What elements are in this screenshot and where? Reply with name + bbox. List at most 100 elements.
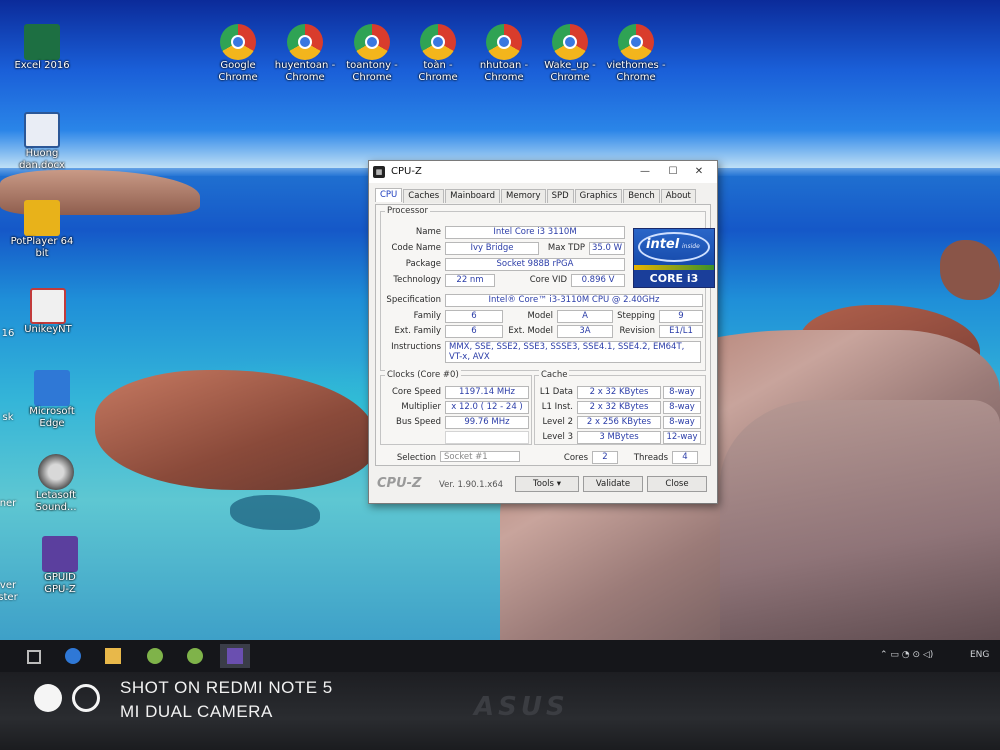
max-tdp-value: 35.0 W bbox=[589, 242, 625, 255]
edge-icon-label-partial[interactable]: ner bbox=[0, 498, 46, 509]
cache-size-value: 3 MBytes bbox=[577, 431, 661, 444]
tab-about[interactable]: About bbox=[660, 189, 696, 203]
desktop-icon-chrome-nhutoan[interactable]: nhutoan - Chrome bbox=[466, 24, 542, 84]
taskbar-file-explorer[interactable] bbox=[98, 644, 128, 668]
package-label: Package bbox=[405, 259, 441, 269]
socket-select[interactable]: Socket #1 bbox=[440, 451, 520, 462]
chrome-profile-icon bbox=[287, 24, 323, 60]
desktop-icon-google-chrome[interactable]: Google Chrome bbox=[200, 24, 276, 84]
tab-caches[interactable]: Caches bbox=[403, 189, 445, 203]
intel-wordmark: intel bbox=[646, 237, 680, 252]
watermark-circle-filled bbox=[34, 684, 62, 712]
tab-spd[interactable]: SPD bbox=[546, 189, 574, 203]
intel-core-i3-logo: intel inside CORE i3 bbox=[633, 228, 715, 288]
desktop-icon-chrome-huyentoan[interactable]: huyentoan - Chrome bbox=[267, 24, 343, 84]
tab-memory[interactable]: Memory bbox=[501, 189, 546, 203]
revision-value: E1/L1 bbox=[659, 325, 703, 338]
close-button[interactable]: Close bbox=[647, 476, 707, 492]
task-view-button[interactable] bbox=[18, 644, 48, 668]
desktop-icon-chrome-wake-up[interactable]: Wake_up - Chrome bbox=[532, 24, 608, 84]
ext-model-value: 3A bbox=[557, 325, 613, 338]
maximize-button[interactable]: ☐ bbox=[661, 164, 685, 180]
desktop-icon-potplayer[interactable]: PotPlayer 64 bit bbox=[4, 200, 80, 260]
chrome-profile-icon bbox=[354, 24, 390, 60]
edge-icon-label-partial[interactable]: sk bbox=[0, 412, 46, 423]
taskbar-cpuz[interactable] bbox=[220, 644, 250, 668]
edge-icon bbox=[65, 648, 81, 664]
cache-way-value: 8-way bbox=[663, 401, 701, 414]
edge-icon-label-partial[interactable]: ver bbox=[0, 580, 46, 591]
language-indicator[interactable]: ENG bbox=[970, 650, 989, 660]
icon-label: Chrome bbox=[352, 72, 392, 83]
cache-row-label: L1 Data bbox=[539, 387, 573, 397]
rock-center-left bbox=[95, 370, 375, 490]
instructions-label: Instructions bbox=[391, 342, 441, 352]
desktop-icon-chrome-viethomes[interactable]: viethomes - Chrome bbox=[598, 24, 674, 84]
window-titlebar[interactable]: ▦ CPU-Z — ☐ ✕ bbox=[369, 161, 717, 183]
desktop-screen: Google Chrome huyentoan - Chrome toanton… bbox=[0, 0, 1000, 640]
tab-cpu[interactable]: CPU bbox=[375, 188, 403, 202]
core-vid-value: 0.896 V bbox=[571, 274, 625, 287]
taskbar-app-green-1[interactable] bbox=[140, 644, 170, 668]
desktop-icon-chrome-toan[interactable]: toàn - Chrome bbox=[400, 24, 476, 84]
threads-label: Threads bbox=[633, 453, 668, 463]
cache-size-value: 2 x 256 KBytes bbox=[577, 416, 661, 429]
bus-speed-label: Bus Speed bbox=[396, 417, 441, 427]
icon-label: toàn - bbox=[423, 60, 453, 71]
watermark-line1: SHOT ON REDMI NOTE 5 bbox=[120, 678, 333, 697]
taskbar-edge[interactable] bbox=[58, 644, 88, 668]
desktop-icon-chrome-toantony[interactable]: toantony - Chrome bbox=[334, 24, 410, 84]
icon-label: viethomes - bbox=[606, 60, 666, 71]
chrome-profile-icon bbox=[420, 24, 456, 60]
threads-value: 4 bbox=[672, 451, 698, 464]
close-window-button[interactable]: ✕ bbox=[687, 164, 711, 180]
icon-label: bit bbox=[35, 248, 49, 259]
app-icon bbox=[147, 648, 163, 664]
cache-group-title: Cache bbox=[539, 370, 570, 380]
multiplier-value: x 12.0 ( 12 - 24 ) bbox=[445, 401, 529, 414]
core-vid-label: Core VID bbox=[529, 275, 567, 285]
desktop-icon-excel[interactable]: Excel 2016 bbox=[4, 24, 80, 72]
tab-bench[interactable]: Bench bbox=[623, 189, 660, 203]
cache-size-value: 2 x 32 KBytes bbox=[577, 386, 661, 399]
tray-icons[interactable]: ⌃ ▭ ◔ ⊙ ◁) bbox=[880, 650, 933, 660]
rated-fsb-value-empty bbox=[445, 431, 529, 444]
icon-label: Google bbox=[220, 60, 256, 71]
icon-label: PotPlayer 64 bbox=[10, 236, 74, 247]
folder-icon bbox=[105, 648, 121, 664]
icon-label: Chrome bbox=[418, 72, 458, 83]
icon-label: Chrome bbox=[484, 72, 524, 83]
edge-icon-label-partial[interactable]: 16 bbox=[0, 328, 46, 339]
icon-label: Chrome bbox=[550, 72, 590, 83]
minimize-button[interactable]: — bbox=[633, 164, 657, 180]
icon-label: Chrome bbox=[616, 72, 656, 83]
tools-dropdown-button[interactable]: Tools ▾ bbox=[515, 476, 579, 492]
family-value: 6 bbox=[445, 310, 503, 323]
rock-far-right bbox=[940, 240, 1000, 300]
cpuz-window: ▦ CPU-Z — ☐ ✕ CPU Caches Mainboard Memor… bbox=[368, 160, 718, 504]
cpu-tab-panel: Processor Name Intel Core i3 3110M Code … bbox=[375, 204, 715, 466]
icon-label: Chrome bbox=[285, 72, 325, 83]
model-value: A bbox=[557, 310, 613, 323]
icon-label: Excel 2016 bbox=[14, 60, 70, 71]
multiplier-label: Multiplier bbox=[401, 402, 441, 412]
model-label: Model bbox=[527, 311, 553, 321]
word-document-icon bbox=[24, 112, 60, 148]
clocks-group: Clocks (Core #0) Core Speed 1197.14 MHz … bbox=[380, 370, 532, 445]
desktop-icon-word-doc[interactable]: Huong dan.docx bbox=[4, 112, 80, 172]
edge-icon-label-partial[interactable]: ster bbox=[0, 592, 46, 603]
ext-family-value: 6 bbox=[445, 325, 503, 338]
tab-mainboard[interactable]: Mainboard bbox=[445, 189, 501, 203]
family-label: Family bbox=[413, 311, 441, 321]
technology-label: Technology bbox=[393, 275, 441, 285]
specification-value: Intel® Core™ i3-3110M CPU @ 2.40GHz bbox=[445, 294, 703, 307]
icon-label: Wake_up - bbox=[544, 60, 596, 71]
chrome-profile-icon bbox=[486, 24, 522, 60]
tab-graphics[interactable]: Graphics bbox=[574, 189, 623, 203]
ext-family-label: Ext. Family bbox=[394, 326, 442, 336]
potplayer-icon bbox=[24, 200, 60, 236]
icon-label: Chrome bbox=[218, 72, 258, 83]
version-text: Ver. 1.90.1.x64 bbox=[439, 480, 504, 490]
taskbar-app-green-2[interactable] bbox=[180, 644, 210, 668]
validate-button[interactable]: Validate bbox=[583, 476, 643, 492]
